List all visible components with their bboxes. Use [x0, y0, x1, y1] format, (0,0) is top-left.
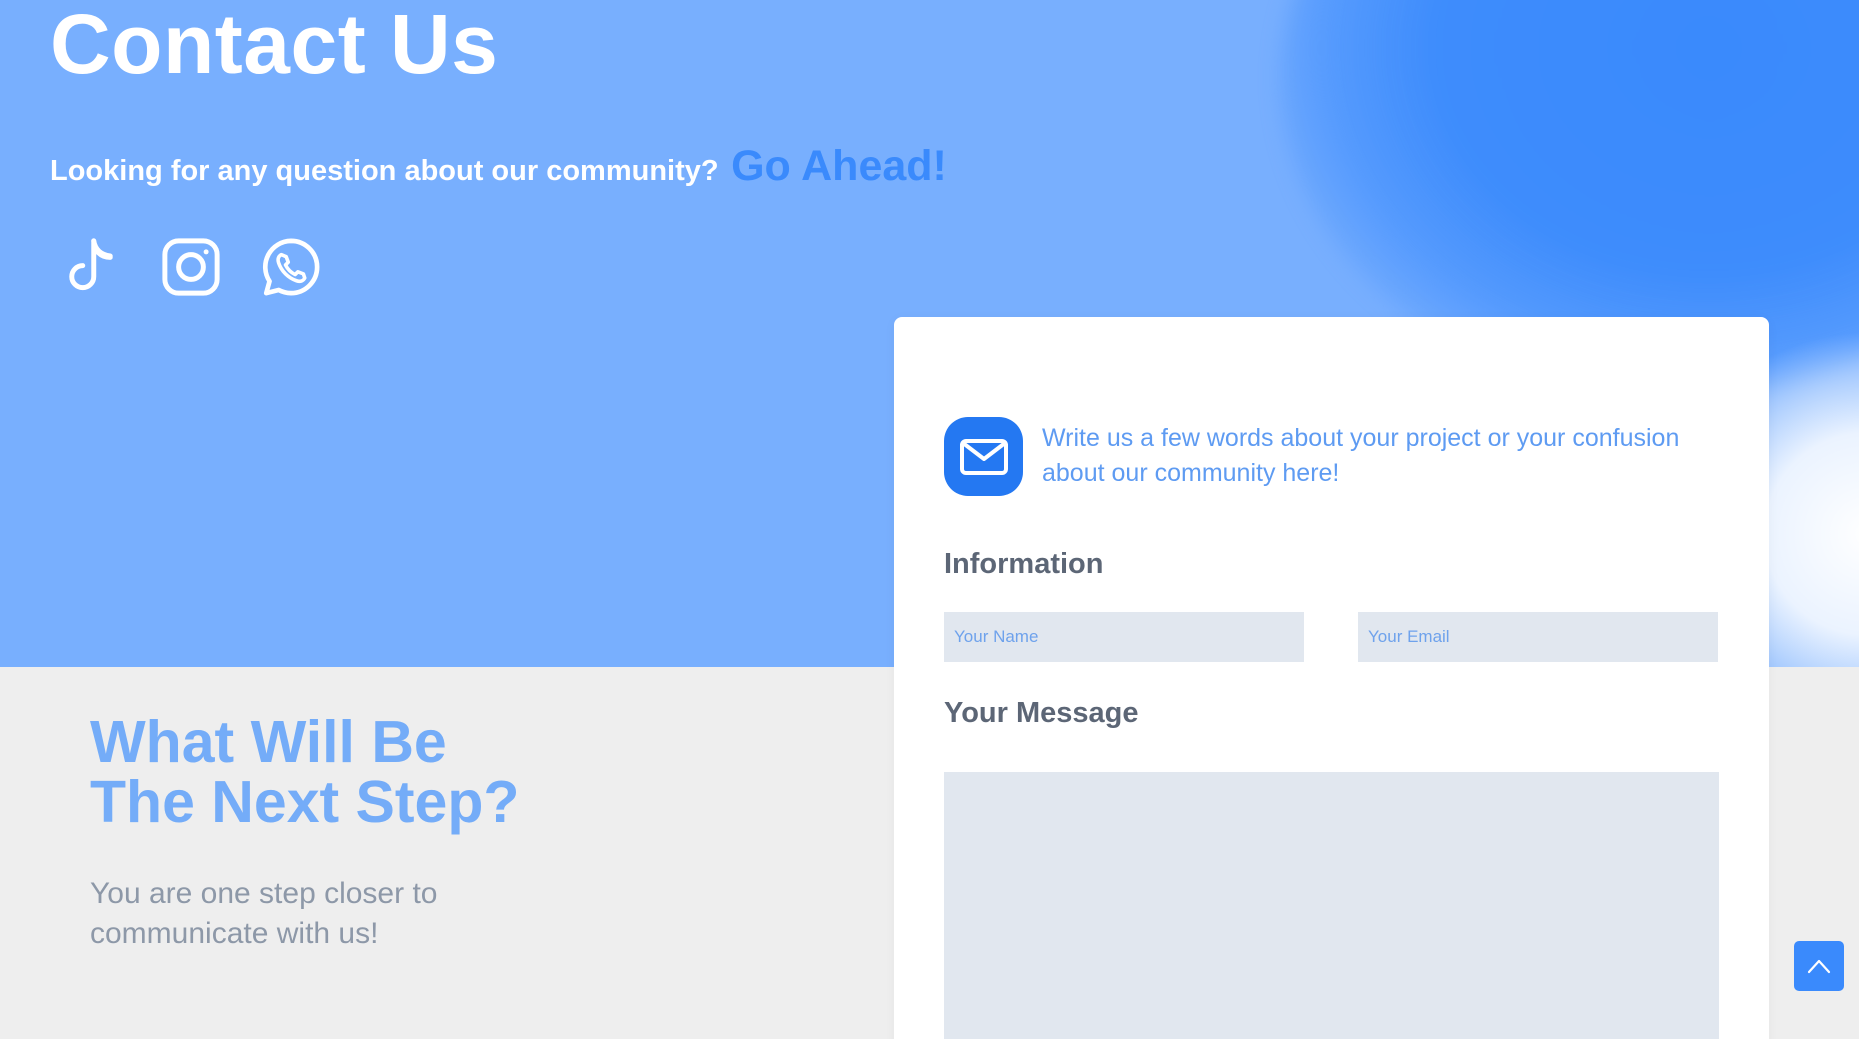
name-field[interactable] [944, 612, 1304, 662]
next-step-text-line-1: You are one step closer to [90, 877, 438, 910]
scroll-to-top-button[interactable] [1794, 941, 1844, 991]
hero-subtitle: Looking for any question about our commu… [50, 142, 947, 191]
next-step-text-line-2: communicate with us! [90, 917, 379, 950]
hero-subtitle-text: Looking for any question about our commu… [50, 155, 719, 187]
whatsapp-link[interactable] [256, 232, 326, 302]
message-label: Your Message [944, 697, 1139, 729]
next-step-title-line-1: What Will Be [90, 709, 447, 775]
tiktok-link[interactable] [56, 232, 126, 302]
message-textarea[interactable] [944, 772, 1719, 1039]
contact-page: Contact Us Looking for any question abou… [0, 0, 1859, 1039]
next-step-section: What Will Be The Next Step? You are one … [90, 712, 610, 954]
email-field[interactable] [1358, 612, 1718, 662]
form-intro: Write us a few words about your project … [944, 417, 1712, 496]
tiktok-icon [69, 238, 113, 291]
instagram-icon [162, 238, 220, 296]
whatsapp-icon [262, 238, 320, 296]
next-step-title: What Will Be The Next Step? [90, 712, 610, 832]
chevron-up-icon [1807, 959, 1831, 974]
contact-form-card: Write us a few words about your project … [894, 317, 1769, 1039]
mail-icon [959, 438, 1008, 475]
page-title: Contact Us [50, 0, 499, 91]
information-label: Information [944, 548, 1104, 580]
hero-subtitle-accent: Go Ahead! [731, 142, 947, 190]
form-intro-text: Write us a few words about your project … [1042, 424, 1680, 487]
social-links [56, 232, 326, 302]
next-step-text: You are one step closer to communicate w… [90, 874, 470, 954]
next-step-title-line-2: The Next Step? [90, 769, 520, 835]
instagram-link[interactable] [156, 232, 226, 302]
mail-badge [944, 417, 1023, 496]
